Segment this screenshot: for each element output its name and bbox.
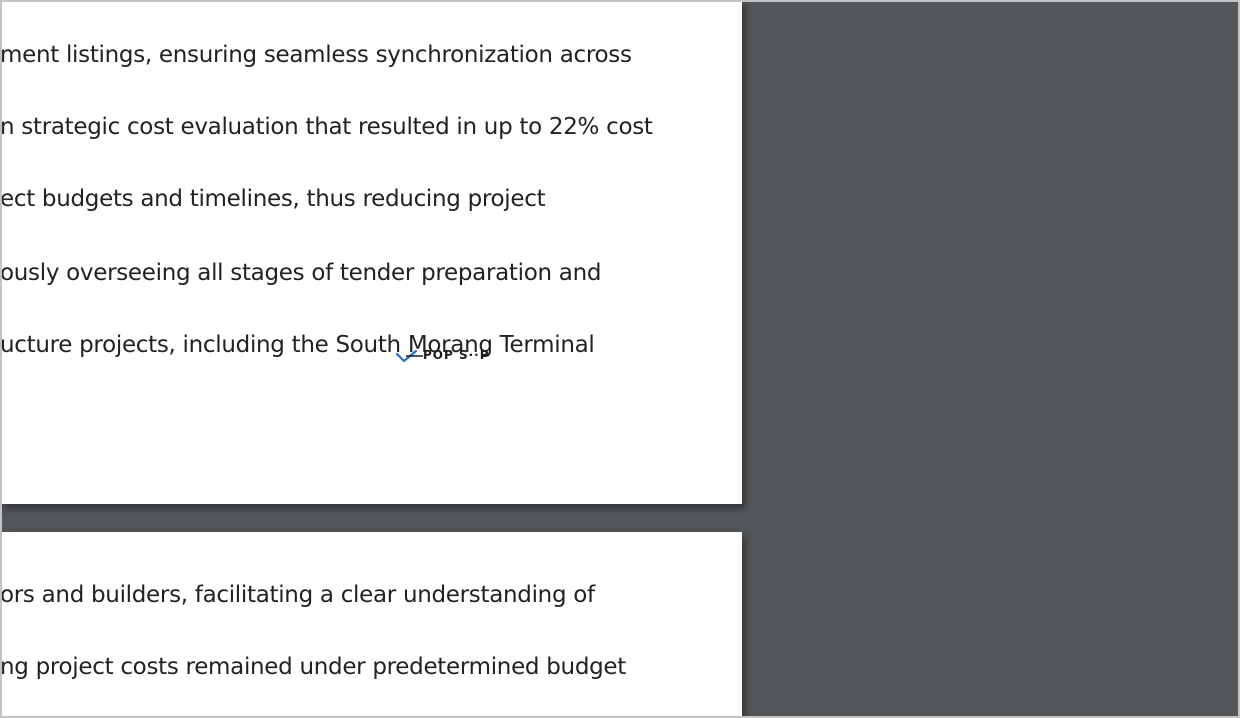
document-page-1: ment listings, ensuring seamless synchro… (0, 0, 742, 504)
text-line: n strategic cost evaluation that resulte… (0, 114, 653, 140)
text-line: ect budgets and timelines, thus reducing… (0, 186, 546, 212)
text-line: ors and builders, facilitating a clear u… (0, 582, 595, 608)
text-line: ucture projects, including the South Mor… (0, 332, 595, 358)
document-page-2: ors and builders, facilitating a clear u… (0, 532, 742, 718)
text-line: ment listings, ensuring seamless synchro… (0, 42, 632, 68)
text-line: ng project costs remained under predeter… (0, 654, 626, 680)
checkmark-icon (396, 349, 423, 363)
spellcheck-suggestion-text: POP S··P (423, 348, 490, 362)
spellcheck-suggestion[interactable]: POP S··P (396, 346, 500, 366)
text-line: ously overseeing all stages of tender pr… (0, 260, 602, 286)
document-viewer[interactable]: ment listings, ensuring seamless synchro… (0, 0, 1240, 718)
